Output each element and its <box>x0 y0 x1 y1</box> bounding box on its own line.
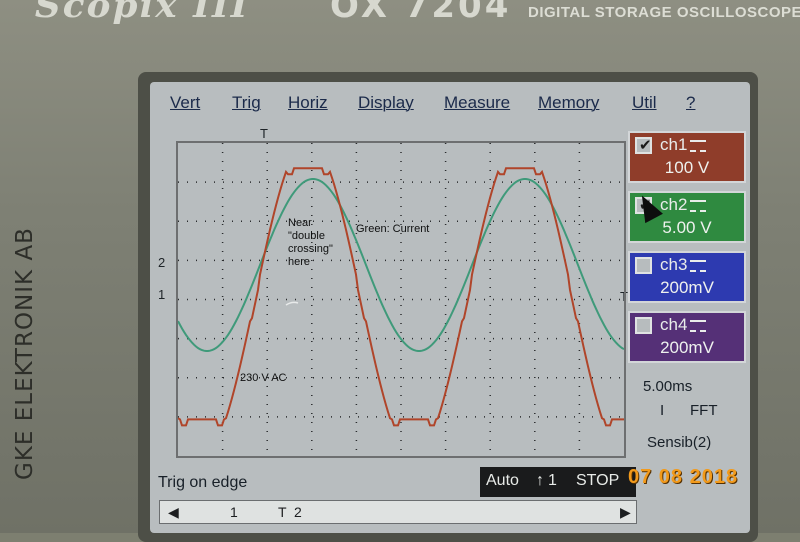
dc-coupling-icon <box>690 199 707 212</box>
scroll-right-icon[interactable]: ▶ <box>620 504 631 521</box>
trigger-status-bar: Auto ↑ 1 STOP <box>480 467 636 497</box>
menu-memory[interactable]: Memory <box>538 93 599 113</box>
menu-trig[interactable]: Trig <box>232 93 261 113</box>
dc-coupling-icon <box>690 319 707 332</box>
menu-vert[interactable]: Vert <box>170 93 200 113</box>
ch4-name: ch4 <box>660 315 688 334</box>
channel-ch3[interactable]: ch3 200mV <box>628 251 746 303</box>
sensitivity-label[interactable]: Sensib(2) <box>647 434 711 451</box>
vendor-label: GKE ELEKTRONIK AB <box>12 227 38 480</box>
horizontal-scrollbar[interactable]: ◀ 1 T 2 ▶ <box>159 500 637 524</box>
current-trace <box>178 178 624 352</box>
menu-help[interactable]: ? <box>686 93 695 113</box>
channel-ch1[interactable]: ✔ ch1 100 V <box>628 131 746 183</box>
ch4-checkbox[interactable] <box>635 317 652 334</box>
ac-coupling-icon <box>690 259 707 272</box>
ch1-checkbox[interactable]: ✔ <box>635 137 652 154</box>
brand-logo: Scopix III <box>34 0 250 26</box>
menu-bar: Vert Trig Horiz Display Measure Memory U… <box>150 82 750 122</box>
model-number: OX 7204 <box>330 0 512 26</box>
waveform-display: Near "double crossing" here Green: Curre… <box>176 141 626 458</box>
ch1-name: ch1 <box>660 135 688 154</box>
ch2-level-marker: 2 <box>158 255 166 270</box>
ch3-scale: 200mV <box>660 278 714 297</box>
fft-toggle[interactable]: FFT <box>690 402 718 419</box>
menu-util[interactable]: Util <box>632 93 657 113</box>
crossing-pointer <box>285 301 299 306</box>
channel-ch4[interactable]: ch4 200mV <box>628 311 746 363</box>
ch3-name: ch3 <box>660 255 688 274</box>
scroll-marker-trigger: T <box>278 504 287 520</box>
trigger-mode[interactable]: Auto <box>486 472 519 490</box>
menu-display[interactable]: Display <box>358 93 414 113</box>
trigger-position-marker: T <box>260 126 268 141</box>
timebase-value[interactable]: 5.00ms <box>643 378 692 395</box>
ch3-checkbox[interactable] <box>635 257 652 274</box>
menu-horiz[interactable]: Horiz <box>288 93 328 113</box>
device-subtitle: DIGITAL STORAGE OSCILLOSCOPE <box>528 4 800 21</box>
rising-edge-icon: ↑ <box>536 472 544 489</box>
ch1-scale: 100 V <box>664 158 710 177</box>
ch2-name: ch2 <box>660 195 688 214</box>
camera-date-stamp: 07 08 2018 <box>628 466 739 488</box>
menu-measure[interactable]: Measure <box>444 93 510 113</box>
graticule <box>178 143 624 456</box>
scroll-marker-ch1: 1 <box>230 504 238 520</box>
dc-coupling-icon <box>690 139 707 152</box>
annotation-current: Green: Current <box>356 223 430 235</box>
waveform-canvas <box>178 143 624 456</box>
run-stop-state[interactable]: STOP <box>576 472 619 490</box>
trigger-source[interactable]: 1 <box>548 472 557 490</box>
scroll-marker-ch2: 2 <box>294 504 302 520</box>
trigger-mode-text: Trig on edge <box>158 474 248 491</box>
ch4-scale: 200mV <box>660 338 714 357</box>
fft-prefix: I <box>660 402 665 419</box>
scroll-left-icon[interactable]: ◀ <box>168 504 179 521</box>
annotation-voltage: 230 V AC <box>240 372 287 384</box>
ch1-level-marker: 1 <box>158 287 166 302</box>
annotation-double-crossing: Near "double crossing" here <box>288 217 333 268</box>
